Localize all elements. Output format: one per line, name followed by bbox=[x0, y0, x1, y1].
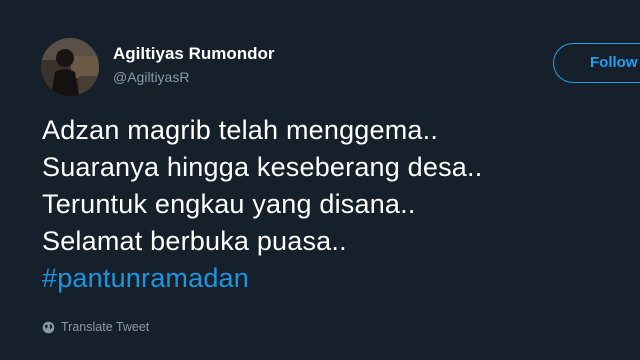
author-display-name[interactable]: Agiltiyas Rumondor bbox=[113, 44, 275, 64]
translate-tweet-link[interactable]: Translate Tweet bbox=[42, 320, 149, 334]
tweet-text-line: Selamat berbuka puasa.. bbox=[42, 226, 347, 256]
globe-icon bbox=[42, 321, 55, 334]
tweet-text-line: Adzan magrib telah menggema.. bbox=[42, 115, 439, 145]
tweet-text-line: Suaranya hingga keseberang desa.. bbox=[42, 152, 483, 182]
translate-label: Translate Tweet bbox=[61, 320, 150, 334]
author-handle[interactable]: @AgiltiyasR bbox=[113, 69, 189, 85]
tweet-text: Adzan magrib telah menggema.. Suaranya h… bbox=[42, 112, 482, 297]
avatar[interactable] bbox=[41, 38, 99, 96]
tweet-card: Agiltiyas Rumondor @AgiltiyasR Follow Ad… bbox=[0, 0, 640, 360]
follow-button[interactable]: Follow bbox=[553, 43, 640, 83]
hashtag-link[interactable]: #pantunramadan bbox=[42, 260, 482, 297]
tweet-text-line: Teruntuk engkau yang disana.. bbox=[42, 189, 416, 219]
